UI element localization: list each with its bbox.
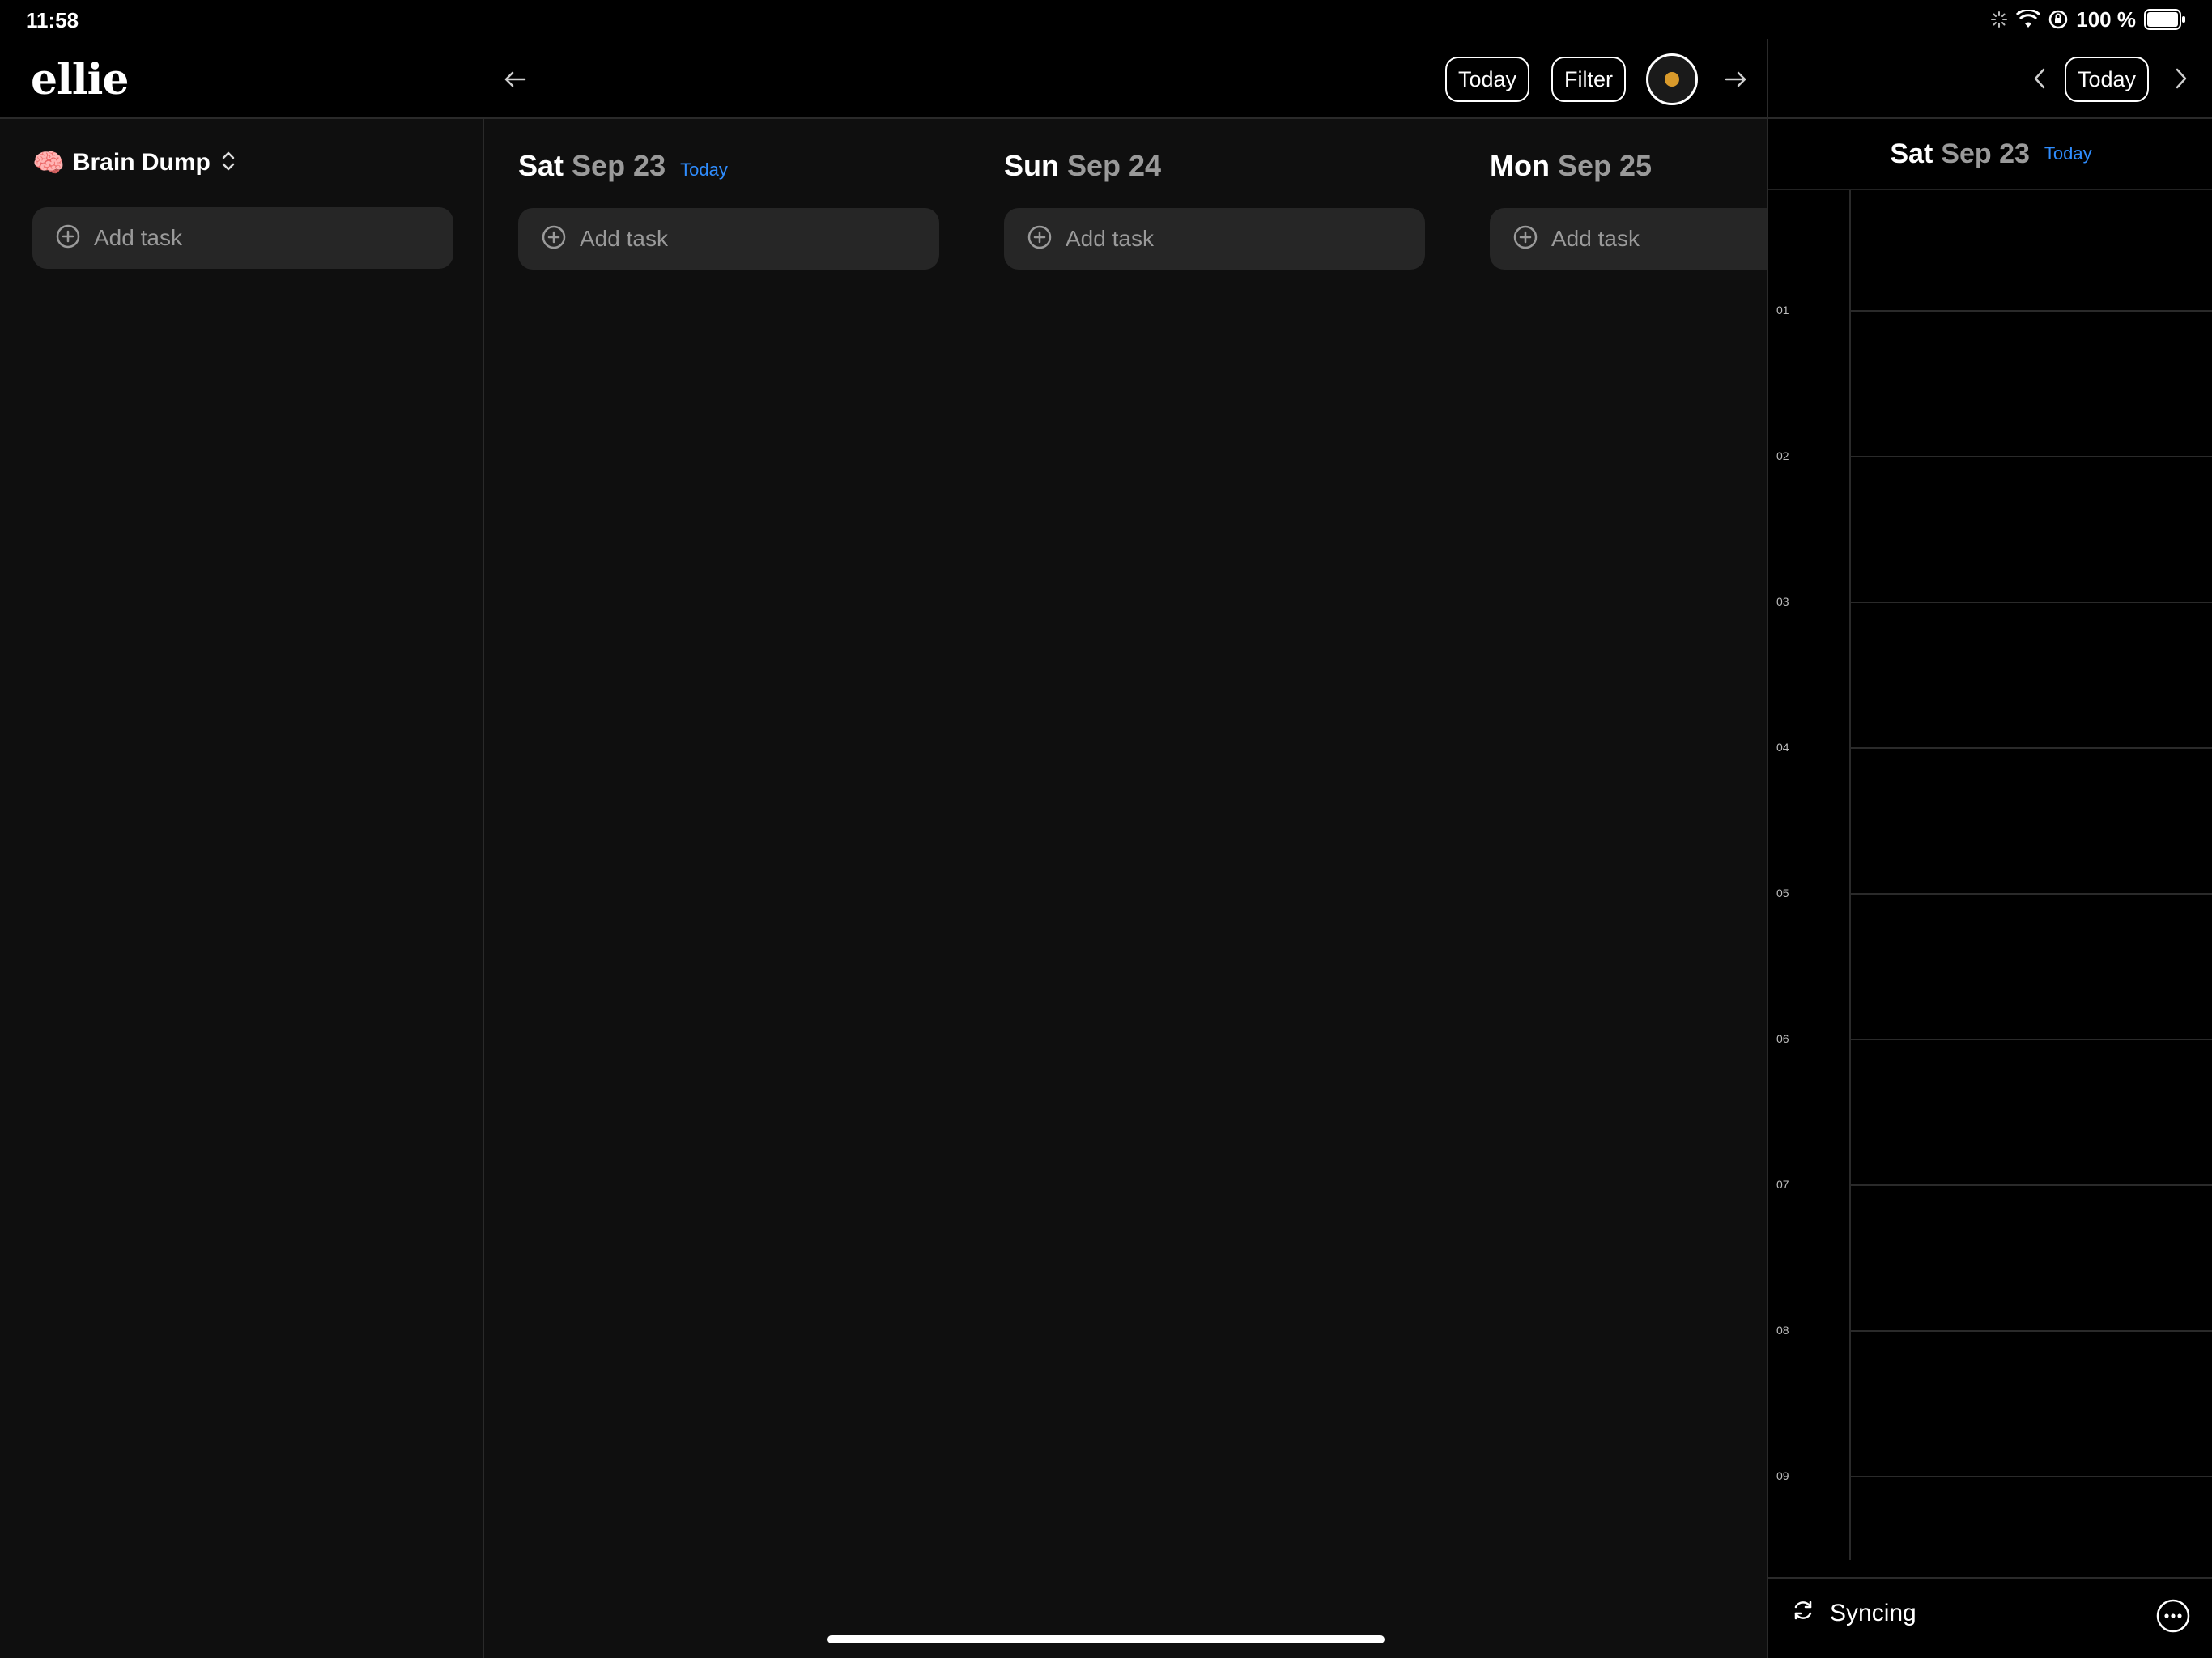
hour-row: 03 (1768, 595, 2212, 608)
status-bar: 11:58 100 % (0, 0, 2212, 39)
hour-row: 06 (1768, 1032, 2212, 1045)
hour-row: 04 (1768, 741, 2212, 754)
list-title: Brain Dump (72, 149, 211, 176)
hour-line (1849, 747, 2212, 749)
hour-line (1849, 310, 2212, 312)
hour-label: 02 (1776, 449, 1789, 462)
hour-label: 04 (1776, 741, 1789, 754)
brain-dump-panel: ellie 🧠 Brain Dump Add task (0, 39, 484, 1658)
home-indicator[interactable] (827, 1635, 1385, 1643)
calendar-next-button[interactable] (2169, 65, 2193, 96)
day-name: Sat (518, 149, 564, 182)
plus-circle-icon (1027, 224, 1053, 254)
day-header-mon: Mon Sep 25 (1490, 149, 1652, 183)
brain-icon: 🧠 (32, 148, 65, 177)
avatar-image (1665, 72, 1679, 87)
day-name: Mon (1490, 149, 1550, 182)
hour-row: 02 (1768, 449, 2212, 462)
calendar-today-button[interactable]: Today (2065, 57, 2150, 102)
left-header: ellie (0, 39, 484, 119)
hour-row: 09 (1768, 1469, 2212, 1482)
plus-circle-icon (1512, 224, 1538, 254)
hour-label: 07 (1776, 1178, 1789, 1191)
plus-circle-icon (55, 223, 81, 253)
add-task-label: Add task (1066, 226, 1154, 251)
day-date: Sep 25 (1557, 149, 1653, 182)
add-task-button-sat[interactable]: Add task (518, 208, 939, 270)
calendar-day-header: Sat Sep 23 Today (1768, 119, 2212, 190)
hour-line (1849, 1476, 2212, 1477)
hour-row: 08 (1768, 1324, 2212, 1337)
plus-circle-icon (541, 224, 567, 254)
add-task-button-sun[interactable]: Add task (1004, 208, 1425, 270)
brain-dump-add-task-button[interactable]: Add task (32, 207, 453, 269)
timeline-divider (1849, 190, 1851, 1560)
app-logo: ellie (31, 55, 129, 104)
previous-days-button[interactable] (502, 66, 528, 96)
hour-row: 07 (1768, 1178, 2212, 1191)
status-right: 100 % (1990, 6, 2186, 32)
calendar-footer: Syncing (1768, 1577, 2212, 1658)
filter-button[interactable]: Filter (1551, 57, 1626, 102)
hour-label: 09 (1776, 1469, 1789, 1482)
day-name: Sat (1890, 138, 1933, 169)
day-header-sat: Sat Sep 23 Today (518, 149, 728, 183)
hour-label: 03 (1776, 595, 1789, 608)
hour-row: 01 (1768, 304, 2212, 317)
day-header-sun: Sun Sep 24 (1004, 149, 1161, 183)
hour-line (1849, 1184, 2212, 1186)
list-selector[interactable]: 🧠 Brain Dump (32, 147, 238, 178)
user-avatar[interactable] (1646, 53, 1698, 105)
hour-line (1849, 893, 2212, 895)
add-task-label: Add task (580, 226, 668, 251)
chevron-up-down-icon (219, 148, 238, 178)
hour-line (1849, 1039, 2212, 1040)
sync-label: Syncing (1830, 1600, 1916, 1626)
app-root: 11:58 100 % ellie 🧠 Brain Dump Add task … (0, 0, 2212, 1658)
day-columns-panel: Today Filter Sat Sep 23 Today Add task S… (484, 39, 1767, 1658)
battery-percent: 100 % (2076, 6, 2136, 32)
hour-label: 06 (1776, 1032, 1789, 1045)
hour-row: 05 (1768, 886, 2212, 899)
day-date: Sep 23 (1941, 138, 2030, 169)
calendar-prev-button[interactable] (2027, 65, 2052, 96)
calendar-timeline[interactable]: 01 02 03 04 05 06 07 08 09 (1768, 190, 2212, 1560)
next-days-button[interactable] (1723, 66, 1749, 96)
battery-icon (2144, 9, 2186, 30)
more-options-button[interactable] (2155, 1598, 2191, 1638)
hour-label: 08 (1776, 1324, 1789, 1337)
hour-line (1849, 602, 2212, 603)
orientation-lock-icon (2048, 10, 2068, 29)
today-button[interactable]: Today (1445, 57, 1530, 102)
day-name: Sun (1004, 149, 1059, 182)
calendar-toolbar: Today (1768, 39, 2212, 119)
status-time: 11:58 (26, 8, 79, 32)
add-task-label: Add task (94, 225, 182, 250)
add-task-label: Add task (1551, 226, 1640, 251)
calendar-panel: Today Sat Sep 23 Today 01 02 03 04 05 06 07 08 0… (1767, 39, 2212, 1658)
hour-label: 05 (1776, 886, 1789, 899)
hour-line (1849, 1330, 2212, 1332)
add-task-button-mon[interactable]: Add task (1490, 208, 1767, 270)
day-date: Sep 23 (572, 149, 666, 182)
today-badge: Today (2044, 143, 2092, 164)
today-badge: Today (680, 159, 728, 180)
sync-icon (1791, 1598, 1815, 1629)
hour-line (1849, 456, 2212, 457)
wifi-icon (2016, 10, 2041, 29)
days-toolbar: Today Filter (484, 39, 1767, 119)
hour-label: 01 (1776, 304, 1789, 317)
loading-spinner-icon (1990, 11, 2008, 28)
sync-status: Syncing (1791, 1598, 1916, 1629)
day-date: Sep 24 (1067, 149, 1162, 182)
